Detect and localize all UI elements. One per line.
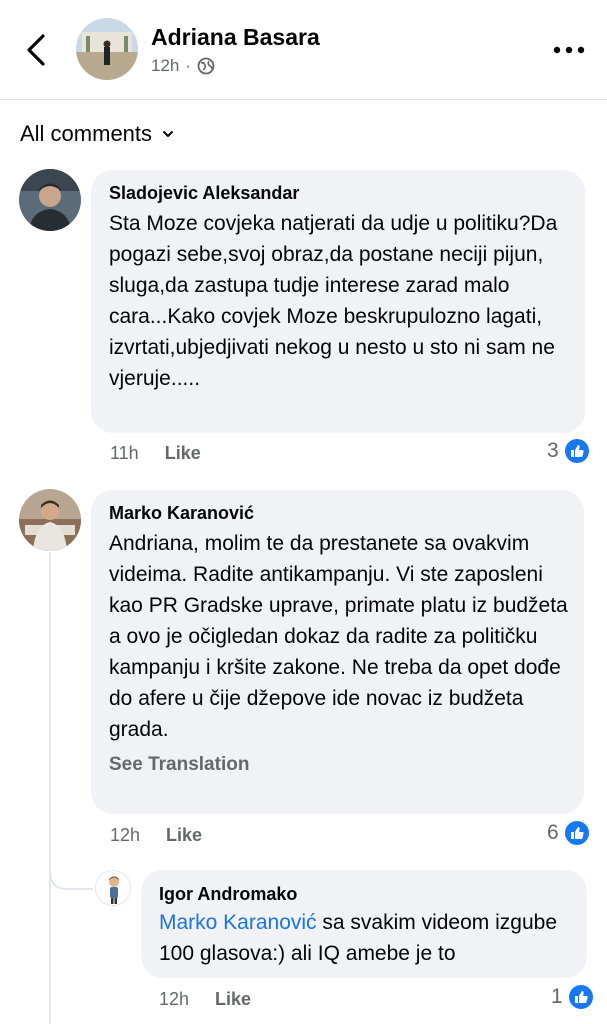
post-header: Adriana Basara 12h · — [0, 0, 607, 100]
comment-actions: 12h Like — [159, 989, 251, 1010]
reply-bubble[interactable]: Igor Andromako Marko Karanović sa svakim… — [141, 870, 587, 978]
like-button[interactable]: Like — [165, 443, 201, 464]
post-author-name[interactable]: Adriana Basara — [151, 24, 320, 51]
comment-author[interactable]: Marko Karanović — [109, 502, 570, 524]
comment-text: Andriana, molim te da prestanete sa ovak… — [109, 532, 568, 741]
like-button[interactable]: Like — [215, 989, 251, 1010]
commenter-avatar[interactable] — [19, 489, 81, 551]
comment-time: 11h — [110, 443, 139, 463]
post-meta: 12h · — [151, 56, 215, 76]
comment-author[interactable]: Igor Andromako — [159, 883, 571, 905]
like-thumb-icon — [566, 983, 595, 1011]
globe-icon — [197, 57, 215, 75]
more-options-icon[interactable] — [552, 40, 586, 60]
commenter-avatar[interactable] — [19, 169, 81, 231]
comment-time: 12h — [159, 989, 190, 1009]
comment-actions: 11h Like — [110, 443, 201, 464]
reaction-number: 3 — [547, 439, 559, 462]
comment-bubble[interactable]: Sladojevic Aleksandar Sta Moze covjeka n… — [91, 170, 585, 433]
meta-separator: · — [185, 56, 192, 75]
mention-link[interactable]: Marko Karanović — [159, 911, 317, 934]
comment-text: Sta Moze covjeka natjerati da udje u pol… — [109, 212, 558, 390]
comment-bubble[interactable]: Marko Karanović Andriana, molim te da pr… — [91, 490, 584, 814]
like-thumb-icon — [562, 819, 591, 847]
comment-author[interactable]: Sladojevic Aleksandar — [109, 182, 565, 204]
post-time: 12h — [151, 56, 180, 75]
see-translation-link[interactable]: See Translation — [109, 754, 570, 776]
back-arrow-icon[interactable] — [22, 32, 52, 68]
reaction-count[interactable]: 6 — [547, 819, 591, 847]
reply-thread-line — [49, 552, 51, 1024]
comment-filter-dropdown[interactable]: All comments — [20, 121, 174, 147]
chevron-down-icon — [163, 131, 174, 137]
like-button[interactable]: Like — [166, 825, 202, 846]
commenter-avatar[interactable] — [95, 870, 131, 906]
reaction-count[interactable]: 1 — [551, 983, 595, 1011]
reply-branch-line — [49, 854, 93, 890]
comment-time: 12h — [110, 825, 141, 845]
comment-text: Marko Karanović sa svakim videom izgube … — [159, 907, 571, 969]
comment-actions: 12h Like — [110, 825, 202, 846]
reaction-number: 1 — [551, 985, 563, 1008]
author-avatar[interactable] — [76, 18, 138, 80]
reaction-number: 6 — [547, 821, 559, 844]
comment-filter-label: All comments — [20, 121, 153, 146]
like-thumb-icon — [562, 437, 591, 465]
reaction-count[interactable]: 3 — [547, 437, 591, 465]
